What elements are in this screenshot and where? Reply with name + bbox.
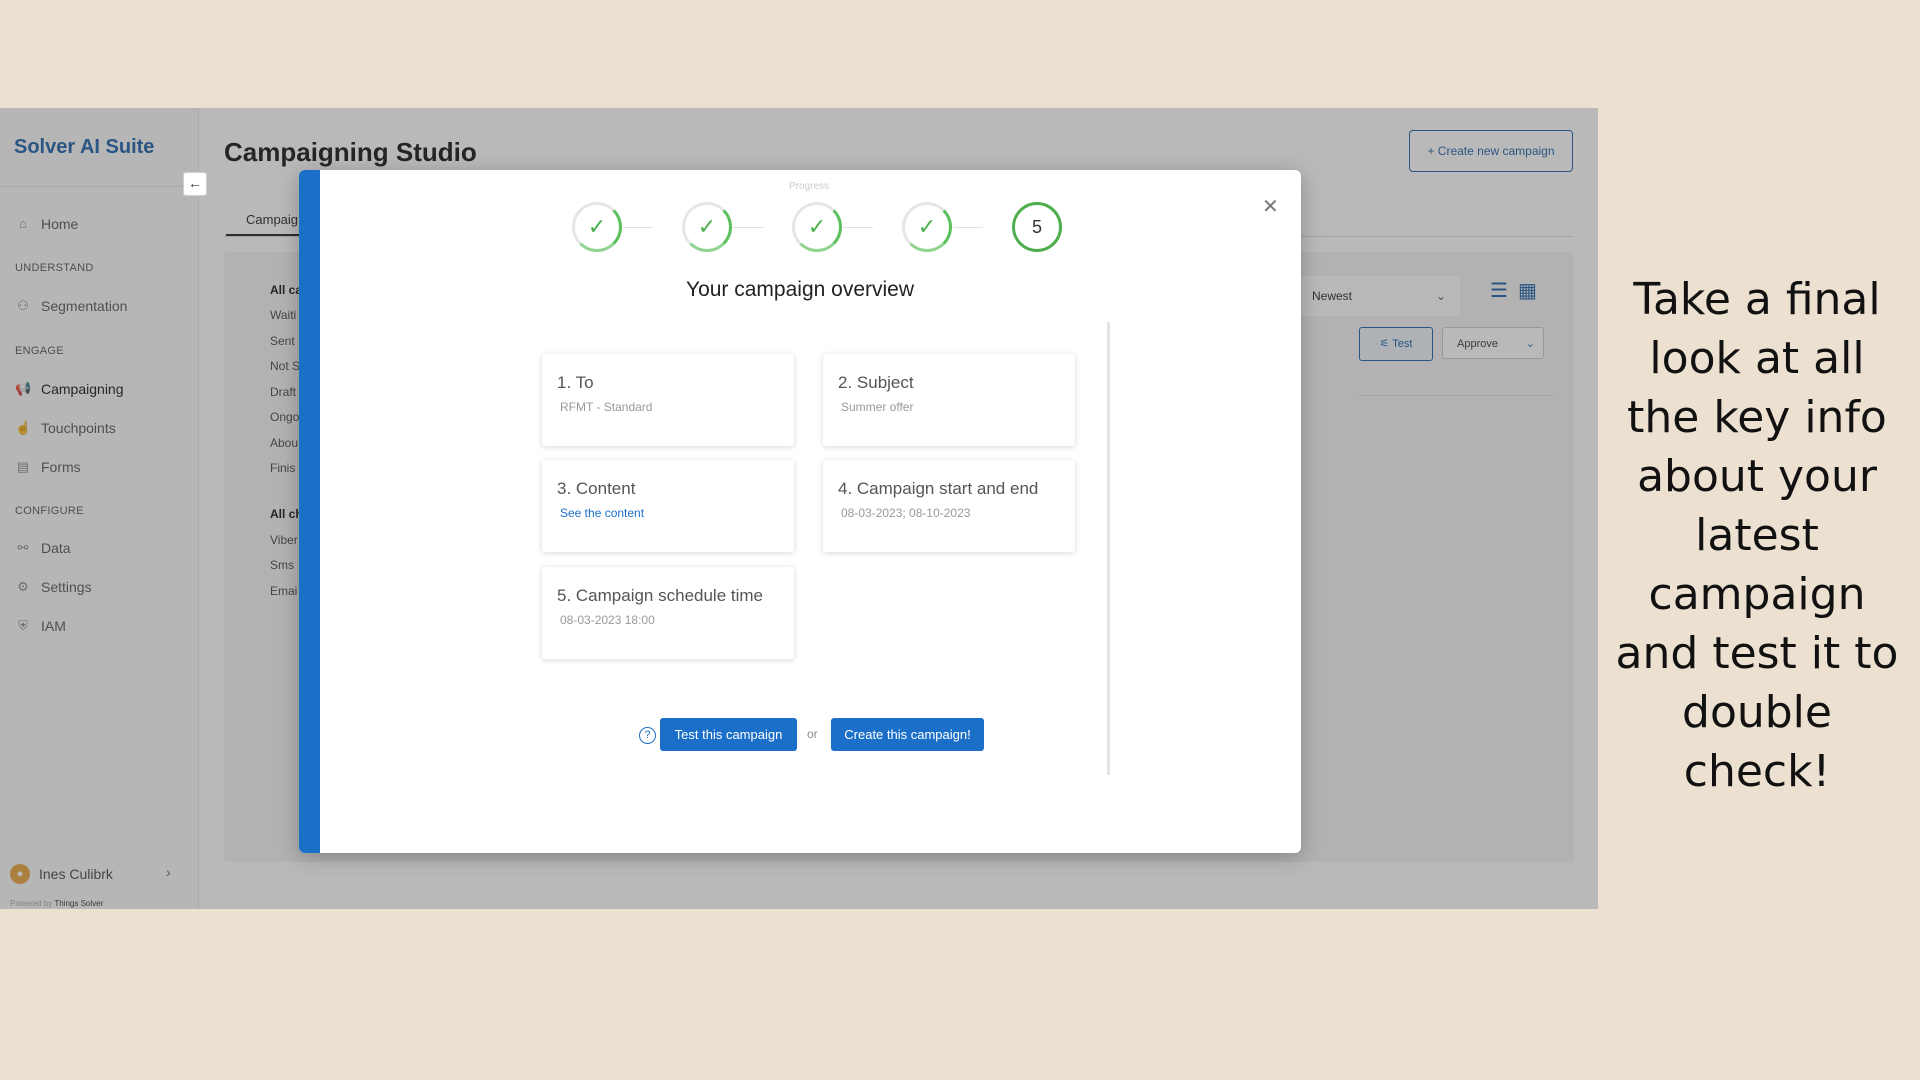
help-icon[interactable]: ? — [639, 727, 656, 744]
card-title: 4. Campaign start and end — [838, 479, 1039, 498]
card-title: 1. To — [557, 373, 594, 392]
overview-card-schedule: 5. Campaign schedule time 08-03-2023 18:… — [542, 567, 794, 659]
tutorial-caption: Take a final look at all the key info ab… — [1615, 274, 1899, 797]
modal-accent-bar — [299, 170, 320, 853]
test-campaign-button[interactable]: Test this campaign — [660, 718, 797, 751]
step-5-current[interactable]: 5 — [1012, 202, 1062, 252]
close-icon[interactable]: ✕ — [1262, 194, 1279, 219]
step-3-complete[interactable]: ✓ — [792, 202, 842, 252]
create-campaign-button[interactable]: Create this campaign! — [831, 718, 984, 751]
step-4-complete[interactable]: ✓ — [902, 202, 952, 252]
overview-card-to: 1. To RFMT - Standard — [542, 354, 794, 446]
or-label: or — [807, 727, 818, 741]
app-screenshot: Solver AI Suite ⌂ Home UNDERSTAND ⚇ Segm… — [0, 108, 1598, 909]
step-1-complete[interactable]: ✓ — [572, 202, 622, 252]
step-connector — [623, 227, 653, 228]
vertical-divider — [1107, 322, 1110, 775]
card-value: RFMT - Standard — [560, 400, 653, 414]
arrow-left-icon: ← — [188, 175, 202, 191]
card-title: 3. Content — [557, 479, 636, 498]
overview-card-content: 3. Content See the content — [542, 460, 794, 552]
step-2-complete[interactable]: ✓ — [682, 202, 732, 252]
progress-label: Progress — [789, 181, 830, 192]
modal-title: Your campaign overview — [685, 278, 915, 301]
step-connector — [953, 227, 983, 228]
step-connector — [733, 227, 763, 228]
overview-card-start-end: 4. Campaign start and end 08-03-2023; 08… — [823, 460, 1075, 552]
card-value: 08-03-2023 18:00 — [560, 613, 655, 627]
collapse-sidebar-button[interactable]: ← — [183, 172, 207, 196]
campaign-overview-modal: Progress ✕ ✓ ✓ ✓ ✓ 5 Your campaign overv… — [299, 170, 1301, 853]
card-value: Summer offer — [841, 400, 914, 414]
see-content-link[interactable]: See the content — [560, 506, 644, 520]
card-value: 08-03-2023; 08-10-2023 — [841, 506, 971, 520]
step-connector — [843, 227, 873, 228]
card-title: 5. Campaign schedule time — [557, 586, 764, 605]
card-title: 2. Subject — [838, 373, 914, 392]
overview-card-subject: 2. Subject Summer offer — [823, 354, 1075, 446]
